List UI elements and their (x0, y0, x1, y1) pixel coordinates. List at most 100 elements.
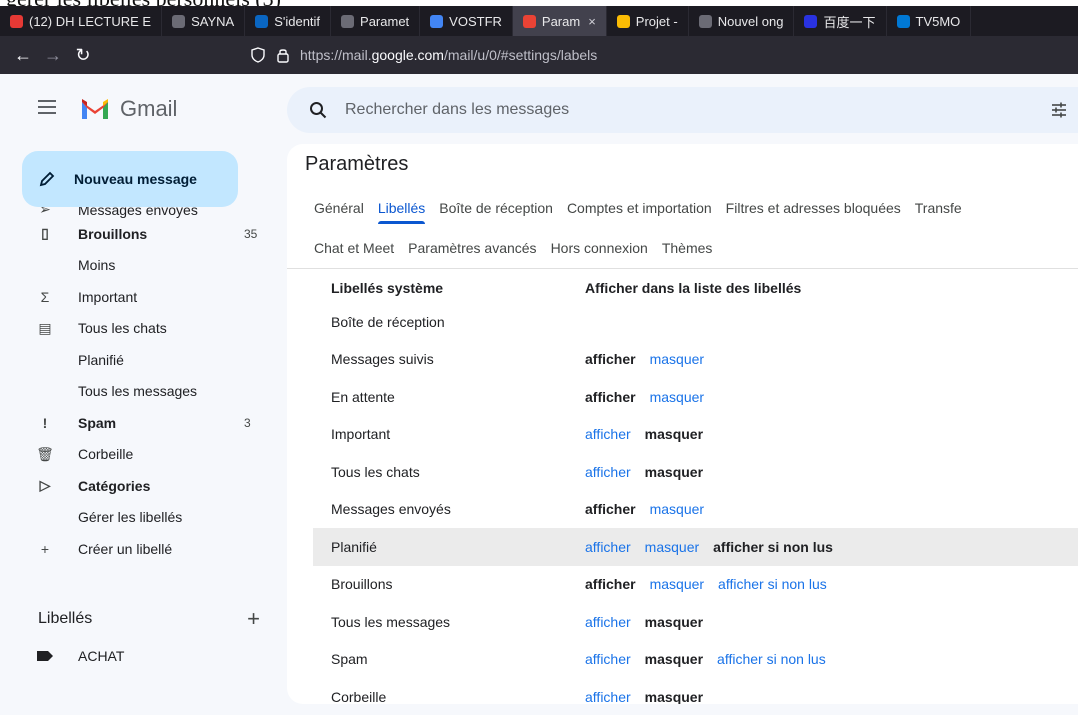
label-row: Planifié afficher masquer afficher si non l… (313, 528, 1078, 566)
add-label-icon[interactable]: + (247, 606, 260, 632)
gmail-logo[interactable]: Gmail (80, 96, 177, 122)
settings-tab[interactable]: Général (314, 200, 364, 216)
visibility-options: afficher masquer (585, 426, 703, 442)
settings-tab[interactable]: Thèmes (662, 240, 713, 256)
visibility-options: afficher masquer (585, 389, 704, 405)
label-name: Planifié (331, 538, 377, 555)
browser-tab[interactable]: (12) DH LECTURE E (0, 6, 163, 36)
settings-tab[interactable]: Chat et Meet (314, 240, 394, 256)
label-row: Spam afficher masquer afficher si non lus (313, 641, 1078, 679)
main-menu-icon[interactable] (38, 100, 56, 114)
browser-navigation-bar: ← → ↻ https://mail.google.com/mail/u/0/#… (0, 36, 1078, 74)
selected-option: afficher (585, 388, 636, 405)
option-link[interactable]: masquer (650, 389, 704, 405)
option-link[interactable]: afficher (585, 614, 631, 630)
tab-title: (12) DH LECTURE E (29, 13, 152, 29)
selected-option: masquer (644, 688, 704, 704)
settings-tabs-row-2: Chat et Meet Paramètres avancés Hors conne… (314, 240, 726, 256)
sidebar-item-label: Important (78, 288, 138, 305)
blank-icon-slot (36, 351, 54, 369)
search-options-icon[interactable] (1050, 101, 1068, 119)
option-link[interactable]: masquer (650, 576, 704, 592)
forward-arrow-icon[interactable]: → (38, 45, 68, 66)
url-text: https://mail.google.com/mail/u/0/#settin… (300, 47, 598, 63)
back-arrow-icon[interactable]: ← (8, 45, 38, 66)
selected-option: afficher si non lus (713, 538, 833, 555)
sidebar-item[interactable]: Σ Important (0, 281, 287, 313)
label-row: Boîte de réception (313, 303, 1078, 341)
option-link[interactable]: afficher si non lus (717, 651, 826, 667)
lock-icon (277, 49, 289, 63)
browser-tab[interactable]: 百度一下 (794, 6, 887, 36)
column-header-system-labels: Libellés système (331, 279, 444, 296)
compose-button[interactable]: Nouveau message (22, 151, 238, 207)
browser-tab[interactable]: VOSTFR (420, 6, 513, 36)
sidebar-item-label: Corbeille (78, 446, 134, 463)
label-name: En attente (331, 388, 395, 405)
selected-option: afficher (585, 351, 636, 368)
settings-tab[interactable]: Transfe (915, 200, 962, 216)
option-link[interactable]: afficher (585, 689, 631, 704)
option-link[interactable]: masquer (650, 351, 704, 367)
settings-tab[interactable]: Libellés (377, 200, 426, 224)
label-name: Spam (331, 651, 368, 668)
sidebar-item[interactable]: Tous les messages (0, 376, 287, 408)
unread-count: 3 (244, 415, 251, 430)
option-link[interactable]: afficher (585, 651, 631, 667)
option-link[interactable]: masquer (650, 501, 704, 517)
settings-tab[interactable]: Comptes et importation (567, 200, 712, 216)
sidebar-item[interactable]: + Créer un libellé (0, 533, 287, 565)
sidebar-item[interactable]: ▷ Catégories (0, 470, 287, 502)
sidebar-item[interactable]: Planifié (0, 344, 287, 376)
browser-tab[interactable]: Param × (512, 6, 607, 36)
address-bar[interactable]: https://mail.google.com/mail/u/0/#settin… (250, 41, 1078, 69)
label-row: Corbeille afficher masquer (313, 678, 1078, 704)
browser-tab[interactable]: Paramet (331, 6, 421, 36)
tab-favicon-icon (896, 14, 910, 28)
label-row: Messages suivis afficher masquer (313, 341, 1078, 379)
selected-option: masquer (644, 613, 704, 630)
tab-favicon-icon (172, 14, 186, 28)
sidebar-item[interactable]: ▯ Brouillons 35 (0, 218, 287, 250)
visibility-options: afficher masquer afficher si non lus (585, 651, 826, 667)
selected-option: afficher (585, 576, 636, 593)
settings-tab[interactable]: Hors connexion (551, 240, 648, 256)
tab-favicon-icon (698, 14, 712, 28)
browser-tab[interactable]: Projet - (607, 6, 689, 36)
browser-tab[interactable]: TV5MO (887, 6, 972, 36)
browser-tab[interactable]: S'identif (245, 6, 332, 36)
sidebar-item[interactable]: Gérer les libellés (0, 502, 287, 534)
selected-option: afficher (585, 501, 636, 518)
blank-icon-slot (36, 382, 54, 400)
blank-icon-slot (36, 508, 54, 526)
sidebar-item[interactable]: 🗑 Corbeille (0, 439, 287, 471)
close-tab-icon[interactable]: × (588, 14, 596, 29)
column-header-show-in-list: Afficher dans la liste des libellés (585, 279, 802, 296)
tab-favicon-icon (430, 14, 444, 28)
app-name: Gmail (120, 96, 178, 121)
search-input[interactable]: Rechercher dans les messages (345, 101, 569, 119)
option-link[interactable]: afficher (585, 464, 631, 480)
settings-tab[interactable]: Filtres et adresses bloquées (726, 200, 901, 216)
option-link[interactable]: afficher si non lus (718, 576, 827, 592)
option-link[interactable]: afficher (585, 426, 631, 442)
tab-favicon-icon (341, 14, 355, 28)
sidebar-item[interactable]: Moins (0, 250, 287, 282)
browser-tab[interactable]: SAYNA (162, 6, 246, 36)
sidebar-item-label: Brouillons (78, 225, 148, 242)
page-title: Paramètres (305, 153, 409, 175)
sidebar-item[interactable]: ▤ Tous les chats (0, 313, 287, 345)
option-link[interactable]: afficher (585, 539, 631, 555)
settings-tab[interactable]: Paramètres avancés (408, 240, 536, 256)
gmail-m-icon (82, 99, 108, 119)
tab-title: SAYNA (191, 13, 235, 29)
visibility-options: afficher masquer (585, 501, 704, 517)
option-link[interactable]: masquer (645, 539, 699, 555)
sidebar-item[interactable]: ! Spam 3 (0, 407, 287, 439)
reload-icon[interactable]: ↻ (68, 45, 98, 66)
search-bar[interactable]: Rechercher dans les messages (287, 87, 1078, 133)
settings-tab[interactable]: Boîte de réception (439, 200, 553, 216)
search-icon[interactable] (309, 101, 327, 119)
browser-tab[interactable]: Nouvel ong (689, 6, 795, 36)
sidebar-item-achat[interactable]: ACHAT (36, 648, 124, 664)
